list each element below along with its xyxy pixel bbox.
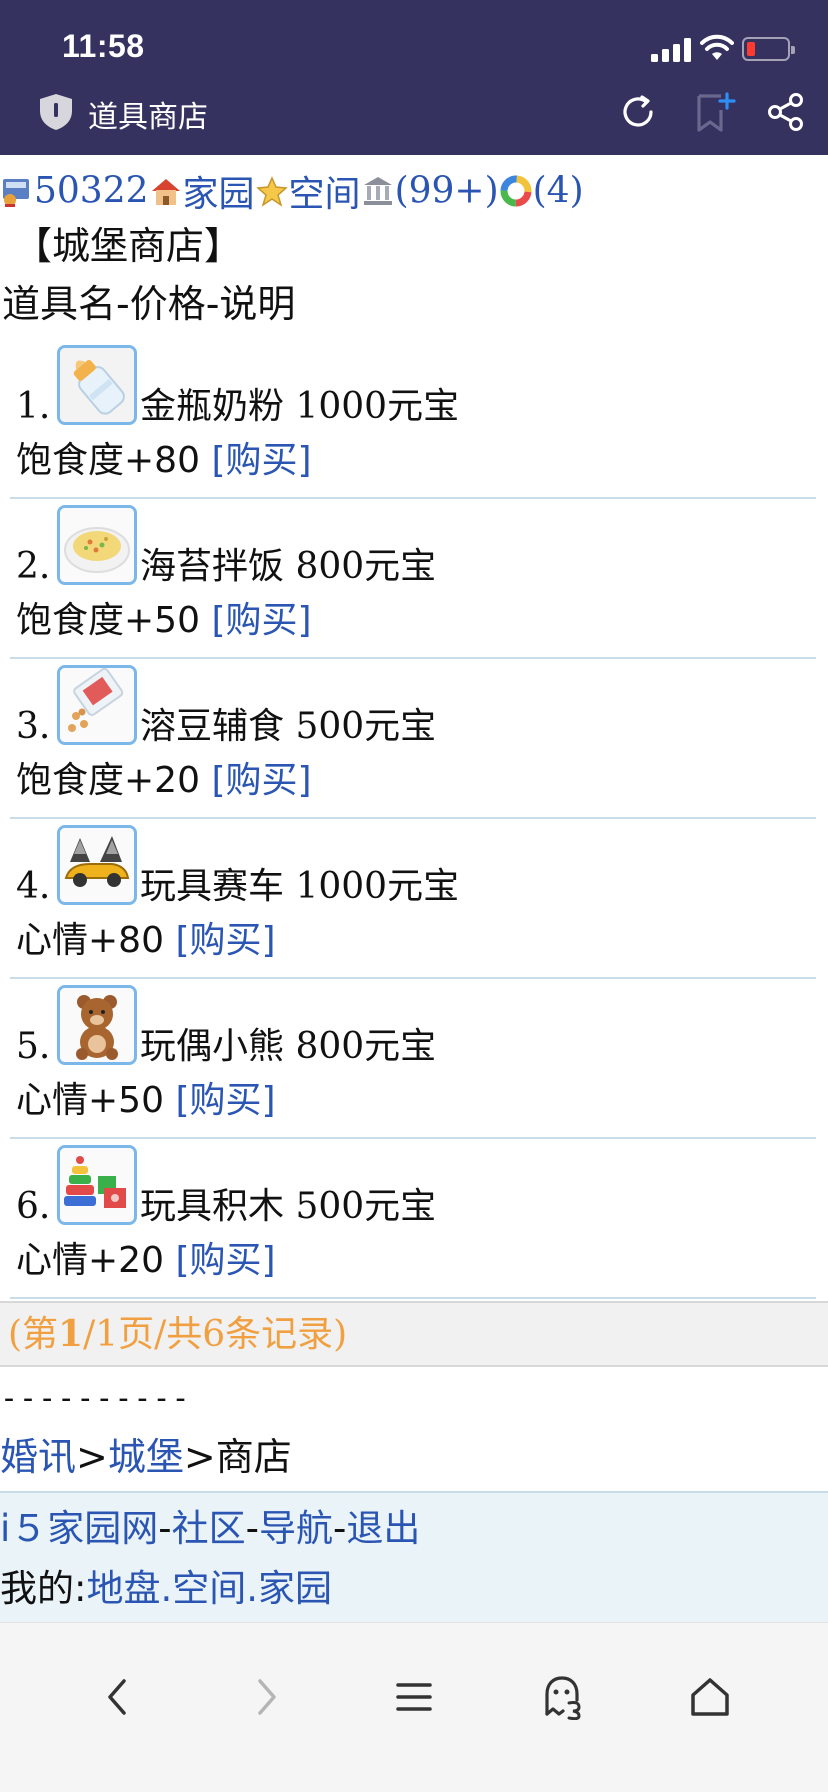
item-price: 500元宝 — [295, 1186, 437, 1227]
pagination-current: 1 — [58, 1313, 84, 1355]
tabs-button[interactable] — [534, 1669, 590, 1725]
breadcrumb-current: 商店 — [215, 1435, 292, 1479]
footer: i５家园网-社区-导航-退出 我的:地盘.空间.家园 — [0, 1491, 828, 1631]
pagination-prefix: (第 — [8, 1314, 59, 1355]
item-index: 1. — [16, 386, 51, 427]
mine-link-space[interactable]: 空间 — [172, 1567, 246, 1610]
notify-count-link[interactable]: (4) — [533, 171, 584, 212]
item-index: 3. — [16, 706, 51, 747]
home-link[interactable]: 家园 — [183, 174, 255, 215]
mine-link-home[interactable]: 家园 — [258, 1567, 332, 1610]
list-item: 6. 玩具积木 500元宝 心情+20 [购买] — [10, 1139, 816, 1299]
user-id-link[interactable]: 50322 — [34, 171, 149, 212]
breadcrumb: 婚讯>城堡>商店 — [0, 1429, 828, 1485]
add-bookmark-icon[interactable] — [694, 92, 736, 134]
page-title: 道具商店 — [88, 100, 208, 135]
item-effect: 饱食度+20 — [16, 760, 200, 801]
house-icon — [151, 179, 180, 205]
item-index: 5. — [16, 1026, 51, 1067]
separator: ---------- — [0, 1381, 191, 1416]
shop-title: 【城堡商店】 — [14, 224, 243, 268]
back-button[interactable] — [90, 1669, 146, 1725]
breadcrumb-link-wedding[interactable]: 婚讯 — [0, 1435, 76, 1479]
chevron-left-icon — [108, 1679, 126, 1715]
mine-separator: . — [246, 1567, 258, 1610]
menu-button[interactable] — [386, 1669, 442, 1725]
browser-top-bar: 11:58 道具商店 — [0, 0, 828, 155]
user-card-icon — [3, 179, 29, 207]
item-price: 800元宝 — [295, 1026, 437, 1067]
messages-count-link[interactable]: (99+) — [395, 171, 499, 212]
buy-link[interactable]: [购买] — [175, 1080, 275, 1121]
buy-link[interactable]: [购买] — [175, 1240, 275, 1281]
list-item: 1. 金瓶奶粉 1000元宝 饱食度+80 [购买] — [10, 339, 816, 499]
item-name: 玩具积木 — [140, 1186, 285, 1227]
breadcrumb-separator: > — [76, 1435, 108, 1479]
footer-link-community[interactable]: 社区 — [172, 1507, 246, 1550]
buy-link[interactable]: [购买] — [211, 600, 311, 641]
item-effect: 心情+20 — [16, 1240, 164, 1281]
item-name: 海苔拌饭 — [140, 546, 285, 587]
item-price: 1000元宝 — [295, 866, 460, 907]
mine-link-territory[interactable]: 地盘 — [86, 1567, 160, 1610]
item-price: 800元宝 — [295, 546, 437, 587]
cellular-signal-icon — [651, 38, 693, 62]
item-effect: 心情+80 — [16, 920, 164, 961]
bank-icon — [363, 177, 392, 205]
browser-bottom-toolbar — [0, 1622, 828, 1792]
breadcrumb-separator: > — [183, 1435, 216, 1479]
item-index: 2. — [16, 546, 51, 587]
user-bar: 50322 家园 空间 (99+) (4) — [0, 155, 828, 217]
footer-separator: - — [333, 1507, 347, 1550]
item-name: 金瓶奶粉 — [140, 386, 285, 427]
mine-label: 我的: — [0, 1567, 87, 1610]
item-name: 玩具赛车 — [140, 866, 285, 907]
menu-icon — [396, 1683, 432, 1711]
footer-link-home[interactable]: i５家园网 — [0, 1507, 158, 1550]
item-name: 溶豆辅食 — [140, 706, 285, 747]
status-time: 11:58 — [62, 28, 145, 64]
home-icon — [691, 1678, 729, 1716]
battery-icon — [742, 37, 795, 61]
buy-link[interactable]: [购买] — [211, 440, 311, 481]
footer-link-navigation[interactable]: 导航 — [259, 1507, 333, 1550]
footer-link-logout[interactable]: 退出 — [346, 1507, 420, 1550]
star-icon — [255, 176, 288, 207]
share-icon[interactable] — [766, 92, 806, 132]
tabs-ghost-icon — [545, 1676, 581, 1720]
wifi-icon — [700, 34, 734, 60]
shield-icon — [40, 94, 72, 130]
list-item: 4. 玩具赛车 1000元宝 心情+80 [购买] — [10, 819, 816, 979]
item-effect: 饱食度+80 — [16, 440, 200, 481]
list-item: 2. 海苔拌饭 800元宝 饱食度+50 [购买] — [10, 499, 816, 659]
pagination-suffix: /1页/共6条记录) — [83, 1314, 348, 1355]
space-link[interactable]: 空间 — [289, 174, 361, 215]
pagination: (第1/1页/共6条记录) — [0, 1301, 828, 1367]
item-name: 玩偶小熊 — [140, 1026, 285, 1067]
list-item: 5. 玩偶小熊 800元宝 心情+50 [购买] — [10, 979, 816, 1139]
item-index: 4. — [16, 866, 51, 907]
item-index: 6. — [16, 1186, 51, 1227]
home-button[interactable] — [682, 1669, 738, 1725]
item-effect: 饱食度+50 — [16, 600, 200, 641]
buy-link[interactable]: [购买] — [211, 760, 311, 801]
footer-mine: 我的:地盘.空间.家园 — [0, 1559, 828, 1619]
item-price: 500元宝 — [295, 706, 437, 747]
footer-separator: - — [158, 1507, 172, 1550]
item-list: 1. 金瓶奶粉 1000元宝 饱食度+80 [购买] 2. 海苔拌饭 800元宝 饱… — [0, 339, 828, 1299]
footer-separator: - — [245, 1507, 259, 1550]
color-wheel-icon — [500, 175, 532, 207]
mine-separator: . — [160, 1567, 173, 1610]
reload-icon[interactable] — [618, 92, 658, 132]
item-price: 1000元宝 — [295, 386, 460, 427]
buy-link[interactable]: [购买] — [175, 920, 275, 961]
forward-button[interactable] — [238, 1669, 294, 1725]
footer-links: i５家园网-社区-导航-退出 — [0, 1499, 828, 1559]
list-item: 3. 溶豆辅食 500元宝 饱食度+20 [购买] — [10, 659, 816, 819]
item-effect: 心情+50 — [16, 1080, 164, 1121]
chevron-right-icon — [258, 1679, 276, 1715]
column-header: 道具名-价格-说明 — [2, 282, 296, 326]
breadcrumb-link-castle[interactable]: 城堡 — [108, 1435, 184, 1479]
